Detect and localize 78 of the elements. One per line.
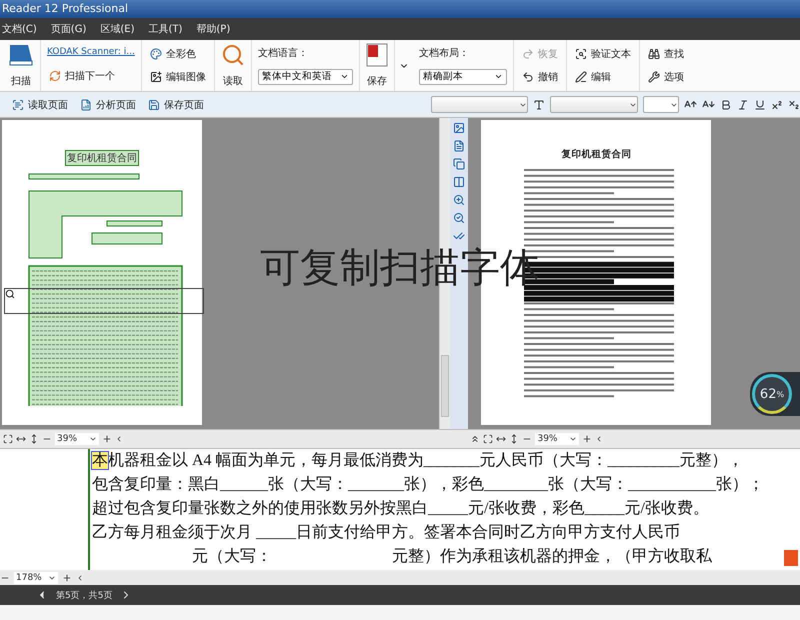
image-edit-icon <box>150 71 162 84</box>
scroll-left-icon[interactable] <box>115 435 123 444</box>
layout-select[interactable]: 精确副本 <box>418 68 507 85</box>
zoom-select[interactable]: 39% <box>55 433 99 446</box>
read-button[interactable]: 读取 <box>214 40 252 92</box>
font-style-icon[interactable] <box>533 98 545 111</box>
menu-item[interactable]: 页面(G) <box>50 22 86 36</box>
text-line: 包含复印量：黑白______张（大写：_______张），彩色________张（大写：___________张）； <box>92 474 764 496</box>
zoom-in-icon[interactable] <box>102 434 112 444</box>
search-check-icon[interactable] <box>453 212 466 224</box>
page-icon[interactable] <box>453 140 466 152</box>
menu-item[interactable]: 区域(E) <box>100 22 134 36</box>
superscript-icon[interactable] <box>771 98 783 111</box>
chart-page-icon <box>80 98 92 111</box>
zoom-icon[interactable] <box>453 194 466 206</box>
underline-icon[interactable] <box>754 98 766 111</box>
scanner-icon <box>8 42 34 67</box>
page-tool-button[interactable]: 分析页面 <box>78 96 138 113</box>
zoom-in-icon[interactable] <box>582 434 592 444</box>
action-button[interactable]: 查找 <box>646 46 686 62</box>
page-title: 复印机租赁合同 <box>65 150 139 166</box>
subscript-icon[interactable] <box>788 98 800 111</box>
window-title: Reader 12 Professional <box>0 0 800 18</box>
binoculars-icon <box>648 48 660 60</box>
fit-page-icon[interactable] <box>483 434 494 444</box>
scan-next-button[interactable]: 扫描下一个 <box>47 68 135 84</box>
text-line: 元（大写： 元整）作为承租该机器的押金，（甲方收取私 <box>191 546 712 568</box>
save-button[interactable]: 保存 <box>360 40 395 92</box>
save-icon <box>148 98 160 111</box>
font-size-field[interactable] <box>643 96 679 114</box>
action-button[interactable]: 验证文本 <box>572 46 633 62</box>
pdf-icon <box>366 42 388 67</box>
page-indicator: 第5页，共5页 <box>56 590 112 602</box>
menu-item[interactable]: 工具(T) <box>148 22 182 36</box>
pen-icon <box>574 71 587 84</box>
wrench-icon <box>648 71 660 84</box>
action-button[interactable]: 编辑 <box>572 69 633 86</box>
cpu-reading: 62% <box>752 374 792 414</box>
menu-item[interactable]: 文档(C) <box>2 22 37 36</box>
italic-icon[interactable] <box>737 98 749 111</box>
layout-label: 文档布局： <box>418 46 470 60</box>
search-icon <box>5 289 15 300</box>
columns-icon[interactable] <box>453 176 466 188</box>
zoom-in-icon[interactable] <box>62 572 72 583</box>
page-tool-button[interactable]: 保存页面 <box>146 96 206 113</box>
zoom-select[interactable]: 39% <box>535 433 580 446</box>
ime-icon <box>784 550 798 566</box>
page-tool-button[interactable]: 读取页面 <box>10 96 70 113</box>
scroll-left-icon[interactable] <box>76 574 84 582</box>
overlay-caption: 可复制扫描字体 <box>260 244 540 294</box>
collapse-icon[interactable] <box>470 434 480 444</box>
undo-icon <box>522 71 534 84</box>
image-icon[interactable] <box>453 122 466 134</box>
scan-button[interactable]: 扫描 <box>2 40 41 92</box>
copy-icon[interactable] <box>453 158 466 170</box>
fit-height-icon[interactable] <box>29 434 39 444</box>
menu-item[interactable]: 帮助(P) <box>196 22 230 36</box>
search-icon <box>220 42 245 67</box>
color-mode-button[interactable]: 全彩色 <box>148 46 208 62</box>
text-line: 超过包含复印量张数之外的使用张数另外按黑白_____元/张收费，彩色_____元/张收费。 <box>92 498 709 520</box>
scanner-link[interactable]: KODAK Scanner: i... <box>47 47 135 58</box>
double-check-icon[interactable] <box>453 230 466 242</box>
cursor-highlight: 本 <box>92 452 108 470</box>
bold-icon[interactable] <box>720 98 732 111</box>
page-title: 复印机租赁合同 <box>561 148 632 162</box>
language-select[interactable]: 繁体中文和英语 <box>258 68 353 85</box>
text-line: 本机器租金以 A4 幅面为单元，每月最低消费为_______元人民币（大写：_________元整）， <box>92 450 744 472</box>
magnifier-icon <box>574 48 587 60</box>
action-button[interactable]: 选项 <box>646 69 686 86</box>
palette-icon <box>150 48 162 60</box>
fit-page-icon[interactable] <box>3 434 13 444</box>
language-label: 文档语言： <box>258 46 309 60</box>
zoom-select[interactable]: 178% <box>14 572 58 584</box>
refresh-icon <box>49 70 61 82</box>
text-line: 乙方每月租金须于次月 _____日前支付给甲方。签署本合同时乙方向甲方支付人民币 <box>92 522 680 544</box>
redo-icon <box>522 48 534 60</box>
edit-image-button[interactable]: 编辑图像 <box>148 69 208 86</box>
action-button[interactable]: 撤销 <box>520 69 560 86</box>
